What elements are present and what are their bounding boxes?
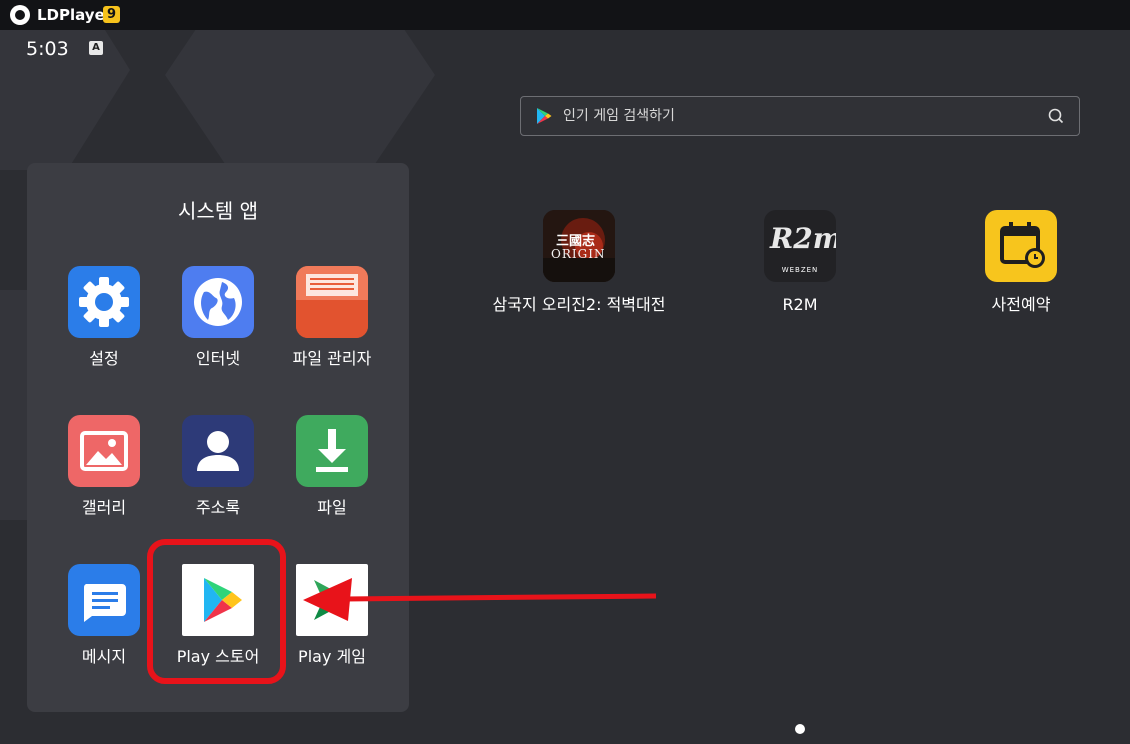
icon-subtitle-text: ORIGIN xyxy=(551,247,606,261)
app-label: R2M xyxy=(782,295,818,314)
annotation-arrow xyxy=(303,578,657,621)
icon-subtitle-text: WEBZEN xyxy=(781,266,819,274)
page-indicator-dot[interactable] xyxy=(795,724,805,734)
app-label: 삼국지 오리진2: 적벽대전 xyxy=(492,295,666,314)
sanguozhi-origin2-icon: 三國志 ORIGIN xyxy=(543,210,615,282)
desktop-app-r2m[interactable]: R2m WEBZEN R2M xyxy=(700,210,900,330)
desktop-app-preregister[interactable]: 사전예약 xyxy=(921,210,1121,330)
calendar-icon xyxy=(985,210,1057,282)
desktop-app-sanguozhi-origin2[interactable]: 三國志 ORIGIN 삼국지 오리진2: 적벽대전 xyxy=(479,210,679,330)
app-label: 사전예약 xyxy=(991,295,1051,314)
r2m-icon: R2m WEBZEN xyxy=(764,210,836,282)
icon-title-text: R2m xyxy=(770,222,836,255)
